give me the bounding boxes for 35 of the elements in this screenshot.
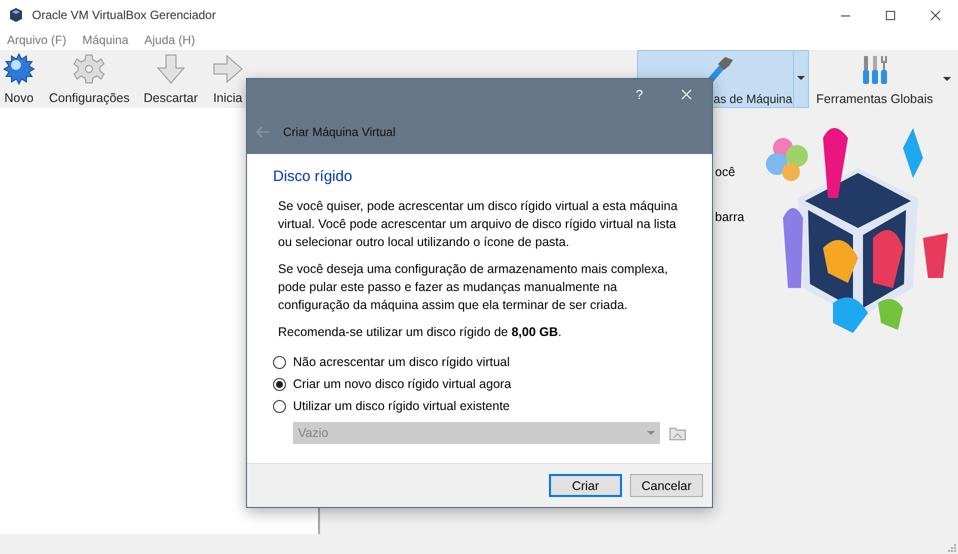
- details-text: ocê: [715, 164, 736, 181]
- gear-icon: [73, 53, 106, 85]
- menu-item[interactable]: Arquivo (F): [7, 33, 66, 47]
- folder-icon[interactable]: [668, 425, 686, 441]
- starburst-icon: [3, 53, 35, 85]
- menu-item[interactable]: Máquina: [82, 33, 128, 47]
- dialog-button[interactable]: Criar: [549, 474, 622, 497]
- radio-option[interactable]: Criar um novo disco rígido virtual agora: [273, 377, 512, 391]
- toolbar-button[interactable]: Descartar: [140, 50, 201, 108]
- dialog-title: Criar Máquina Virtual: [283, 124, 396, 138]
- right-arrow-icon: [212, 53, 244, 85]
- app-icon: [8, 7, 24, 23]
- close-icon[interactable]: [930, 10, 941, 20]
- radio-button[interactable]: [273, 400, 286, 412]
- help-button[interactable]: ?: [636, 86, 643, 102]
- description-text: Recomenda-se utilizar um disco rígido de 8,00 GB.: [278, 324, 562, 341]
- resize-grip-icon[interactable]: [947, 543, 956, 552]
- tools-button[interactable]: Ferramentas Globais: [809, 50, 940, 108]
- radio-button[interactable]: [273, 378, 286, 390]
- page-heading: Disco rígido: [273, 168, 352, 185]
- details-text: barra: [715, 209, 746, 226]
- radio-option[interactable]: Não acrescentar um disco rígido virtual: [273, 355, 510, 369]
- dropdown-caret-icon: [646, 431, 655, 435]
- toolbar-button[interactable]: Inicia: [208, 50, 247, 108]
- toolbar-button[interactable]: Configurações: [46, 50, 133, 108]
- dialog-button[interactable]: Cancelar: [630, 474, 703, 497]
- maximize-icon[interactable]: [885, 10, 896, 20]
- radio-button[interactable]: [273, 356, 286, 368]
- description-text: Se você deseja uma configuração de armazenamento mais complexa, pode pular este passo e fazer as mudanças manualmente na configuração da máquina assim que ela terminar de ser criada.: [278, 261, 669, 314]
- window-title: Oracle VM VirtualBox Gerenciador: [32, 8, 216, 22]
- down-arrow-icon: [154, 53, 187, 85]
- menu-item[interactable]: Ajuda (H): [144, 33, 196, 47]
- radio-option[interactable]: Utilizar um disco rígido virtual existente: [273, 399, 510, 413]
- toolbar-button[interactable]: Novo: [0, 50, 38, 108]
- description-text: Se você quiser, pode acrescentar um disco rígido virtual a esta máquina virtual. Você pode acrescentar um arquivo de disco rígido virtual na lista ou selecionar outro local utilizando o ícone de pasta.: [278, 198, 679, 251]
